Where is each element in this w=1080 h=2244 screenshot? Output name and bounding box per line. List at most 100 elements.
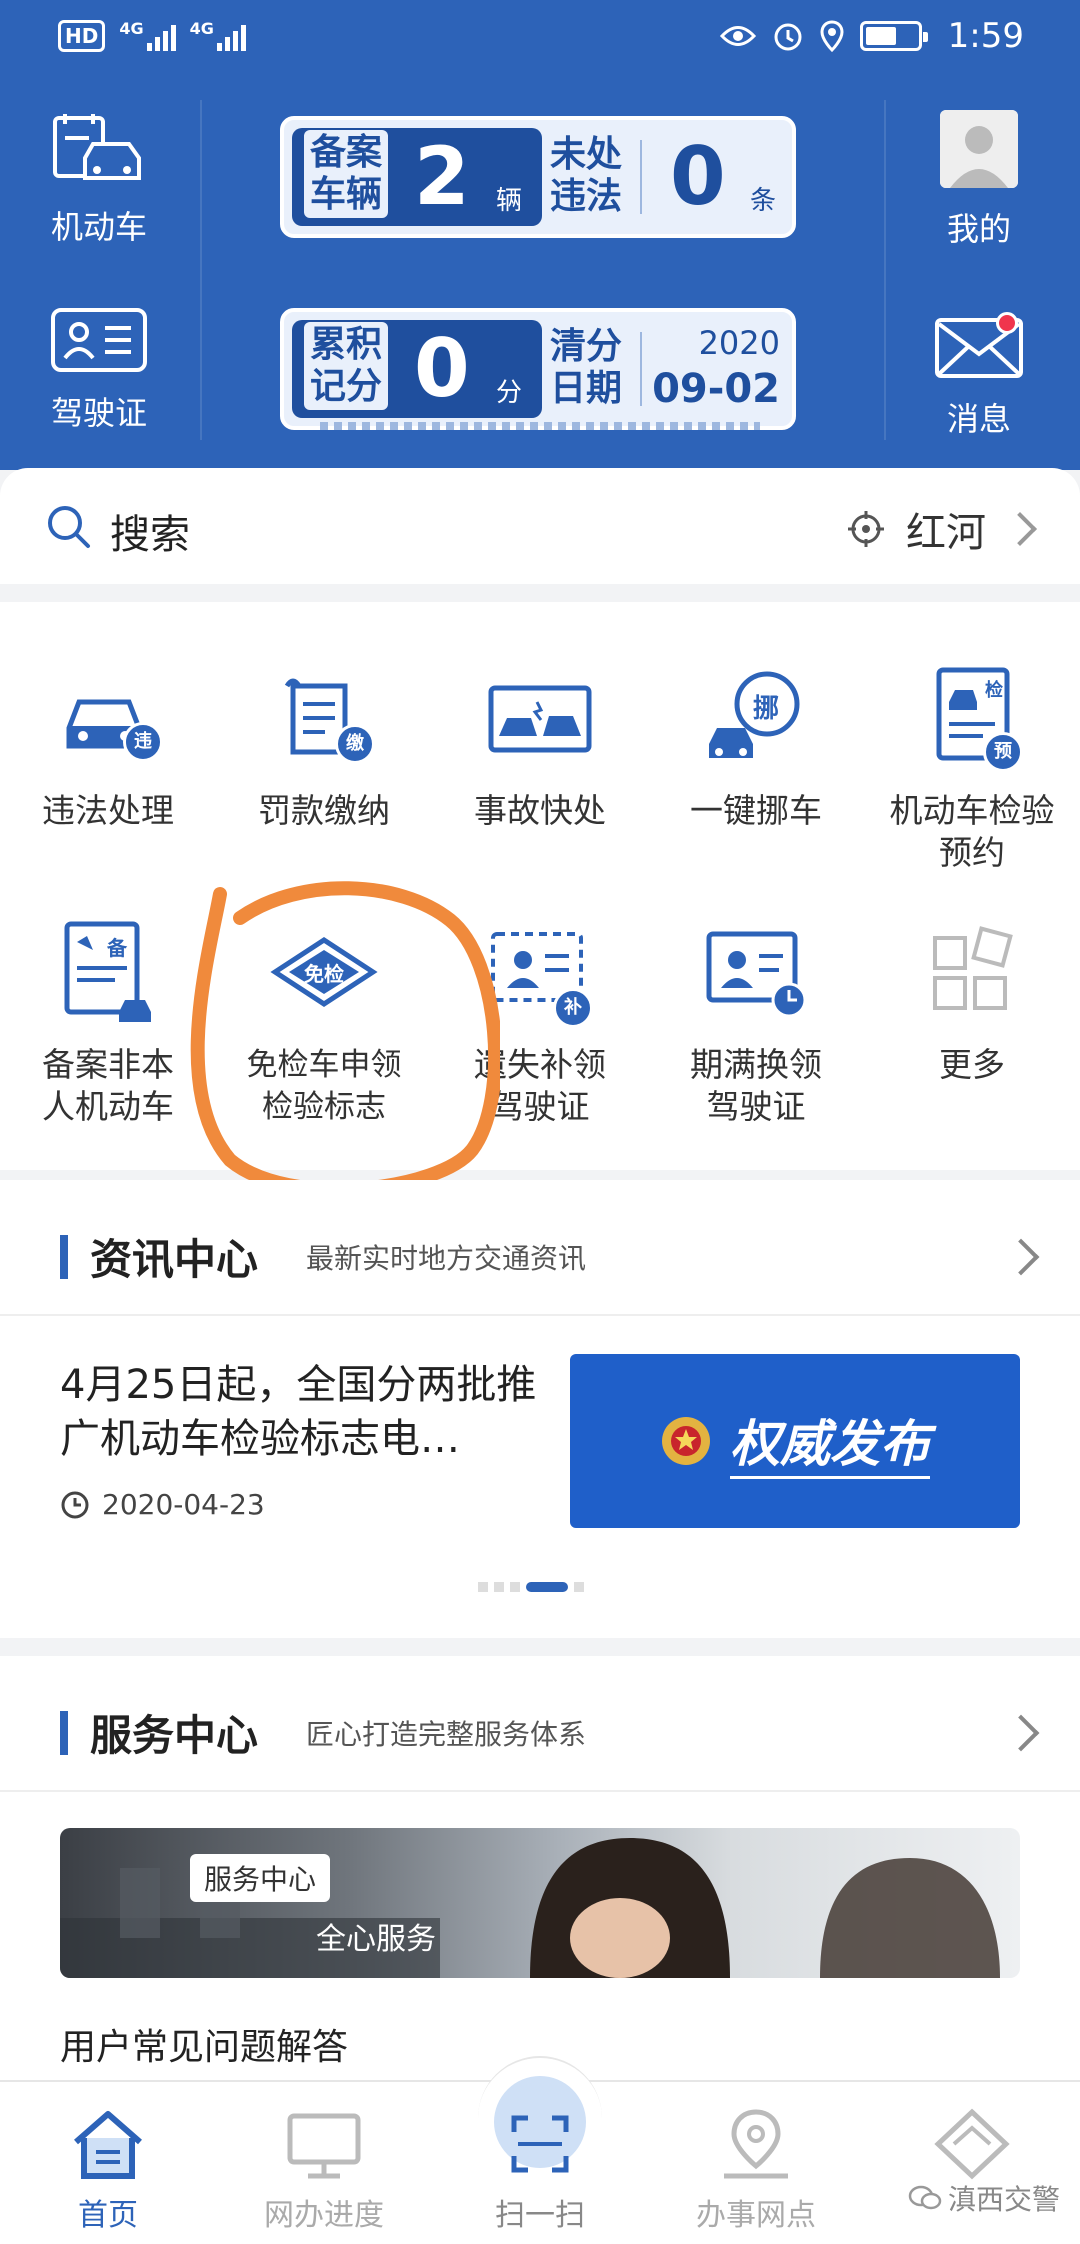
status-time: 1:59 [947, 16, 1024, 56]
move-car-glyph: 挪 [753, 694, 780, 724]
service-item-fine[interactable]: 缴 罚款缴纳 [216, 666, 432, 832]
call-center-photo [60, 1838, 1000, 1978]
violation-unit: 条 [750, 186, 777, 216]
more-icon [933, 926, 1013, 1010]
chevron-right-icon [1003, 512, 1037, 546]
service-label: 遗失补领驾驶证 [474, 1045, 606, 1126]
vehicle-button[interactable]: 机动车 [14, 112, 184, 248]
service-grid: 违 违法处理 缴 罚款缴纳 事故快处 挪 一键挪车 检 预 机动车检验预约 备 … [0, 602, 1080, 1170]
crosshair-icon [848, 511, 884, 547]
bottom-nav: 首页 网办进度 扫一扫 办事网点 滇西交警 [0, 2056, 1080, 2244]
message-button[interactable]: 消息 [894, 316, 1064, 440]
status-bar: HD 4G 4G 1:59 [0, 0, 1080, 80]
nav-home[interactable]: 首页 [0, 2106, 216, 2234]
inspection-glyph: 检 [985, 680, 1003, 701]
license-button[interactable]: 驾驶证 [14, 306, 184, 434]
clear-date: 09-02 [652, 366, 780, 412]
news-date: 2020-04-23 [60, 1488, 265, 1521]
service-center-header[interactable]: 服务中心 匠心打造完整服务体系 [60, 1702, 586, 1763]
registered-count: 2 [414, 130, 470, 223]
violation-label: 未处 违法 [550, 134, 623, 217]
vehicle-summary-panel[interactable]: 备案 车辆 2 辆 未处 违法 0 条 [280, 116, 796, 238]
points-value: 0 [414, 322, 470, 415]
news-subtitle: 最新实时地方交通资讯 [306, 1241, 587, 1275]
service-item-inspection-booking[interactable]: 检 预 机动车检验预约 [864, 666, 1080, 874]
nav-outlets[interactable]: 办事网点 [648, 2106, 864, 2234]
service-item-accident[interactable]: 事故快处 [432, 666, 648, 832]
header-separator-right [884, 100, 886, 440]
service-label: 事故快处 [474, 791, 606, 830]
news-banner[interactable]: 权威发布 [570, 1354, 1020, 1528]
location-name: 红河 [906, 510, 986, 556]
service-label: 备案非本人机动车 [42, 1045, 174, 1126]
vehicle-label: 机动车 [50, 208, 147, 246]
search-input[interactable]: 搜索 [110, 502, 190, 560]
license-label: 驾驶证 [50, 394, 147, 432]
nav-outlets-label: 办事网点 [696, 2198, 816, 2233]
carousel-dots [478, 1582, 584, 1592]
service-label: 违法处理 [42, 791, 174, 830]
service-banner-tag: 服务中心 [190, 1854, 331, 1902]
battery-icon [859, 21, 928, 51]
renew-license-icon [706, 931, 807, 1018]
signal-icon [146, 21, 176, 51]
vehicle-icon [53, 114, 141, 180]
service-item-lost-license[interactable]: 补 遗失补领驾驶证 [432, 920, 648, 1128]
service-label: 罚款缴纳 [258, 791, 390, 830]
hd-indicator: HD [58, 20, 106, 52]
violation-count: 0 [670, 130, 726, 223]
profile-button[interactable]: 我的 [894, 198, 1064, 250]
location-selector[interactable]: 红河 [846, 500, 1037, 558]
eye-icon [719, 26, 756, 46]
nav-scan[interactable]: 扫一扫 [432, 2106, 648, 2234]
service-item-move-car[interactable]: 挪 一键挪车 [648, 666, 864, 832]
violation-badge: 违 [123, 722, 163, 762]
news-banner-text: 权威发布 [730, 1404, 930, 1479]
map-pin-icon [724, 2109, 788, 2179]
scan-icon [511, 2115, 569, 2173]
chevron-right-icon[interactable] [1002, 1714, 1040, 1752]
booking-badge: 预 [983, 732, 1023, 772]
search-icon [48, 506, 90, 548]
news-headline[interactable]: 4月25日起，全国分两批推广机动车检验标志电… [60, 1358, 550, 1466]
service-item-register-vehicle[interactable]: 备 备案非本人机动车 [0, 920, 216, 1128]
service-item-exempt-label[interactable]: 免检 免检车申领检验标志 [216, 920, 432, 1128]
news-header[interactable]: 资讯中心 最新实时地方交通资讯 [60, 1226, 586, 1287]
service-banner[interactable]: 服务中心 全心服务 [60, 1828, 1020, 1978]
home-icon [74, 2111, 142, 2179]
registered-unit: 辆 [496, 186, 523, 216]
faq-link[interactable]: 用户常见问题解答 [60, 2018, 348, 2070]
nav-home-label: 首页 [78, 2198, 138, 2233]
clock-icon [61, 1491, 89, 1518]
service-label: 一键挪车 [690, 791, 822, 830]
signal-4g-1: 4G [119, 21, 176, 51]
license-summary-panel[interactable]: 累积 记分 0 分 清分 日期 2020 09-02 [280, 308, 796, 430]
search-bar[interactable]: 搜索 红河 [0, 468, 1080, 584]
panel-dash-decoration [320, 422, 760, 430]
news-title: 资讯中心 [90, 1235, 259, 1284]
nav-scan-label: 扫一扫 [495, 2198, 585, 2233]
service-item-renew-license[interactable]: 期满换领驾驶证 [648, 920, 864, 1128]
register-glyph: 备 [107, 936, 127, 960]
police-emblem-icon [662, 1417, 710, 1465]
unread-badge [996, 312, 1018, 334]
service-center-section: 服务中心 匠心打造完整服务体系 服务中心 全心服务 用户常见问题解答 [0, 1656, 1080, 2080]
service-item-violation[interactable]: 违 违法处理 [0, 666, 216, 832]
avatar[interactable] [940, 110, 1018, 188]
points-label: 累积 记分 [304, 322, 389, 410]
service-item-more[interactable]: 更多 [864, 920, 1080, 1086]
service-center-subtitle: 匠心打造完整服务体系 [306, 1717, 587, 1751]
license-icon [51, 308, 147, 372]
avatar-silhouette-icon [940, 110, 1018, 188]
accident-icon [488, 685, 592, 753]
chevron-right-icon[interactable] [1002, 1238, 1040, 1276]
fine-badge: 缴 [335, 724, 375, 764]
profile-label: 我的 [946, 210, 1011, 248]
alarm-icon [774, 23, 802, 51]
exempt-glyph: 免检 [304, 962, 344, 986]
clear-date-label: 清分 日期 [550, 326, 623, 409]
service-label: 期满换领驾驶证 [690, 1045, 822, 1126]
signal-4g-2: 4G [190, 21, 246, 51]
service-center-title: 服务中心 [90, 1711, 259, 1760]
nav-progress[interactable]: 网办进度 [216, 2106, 432, 2234]
